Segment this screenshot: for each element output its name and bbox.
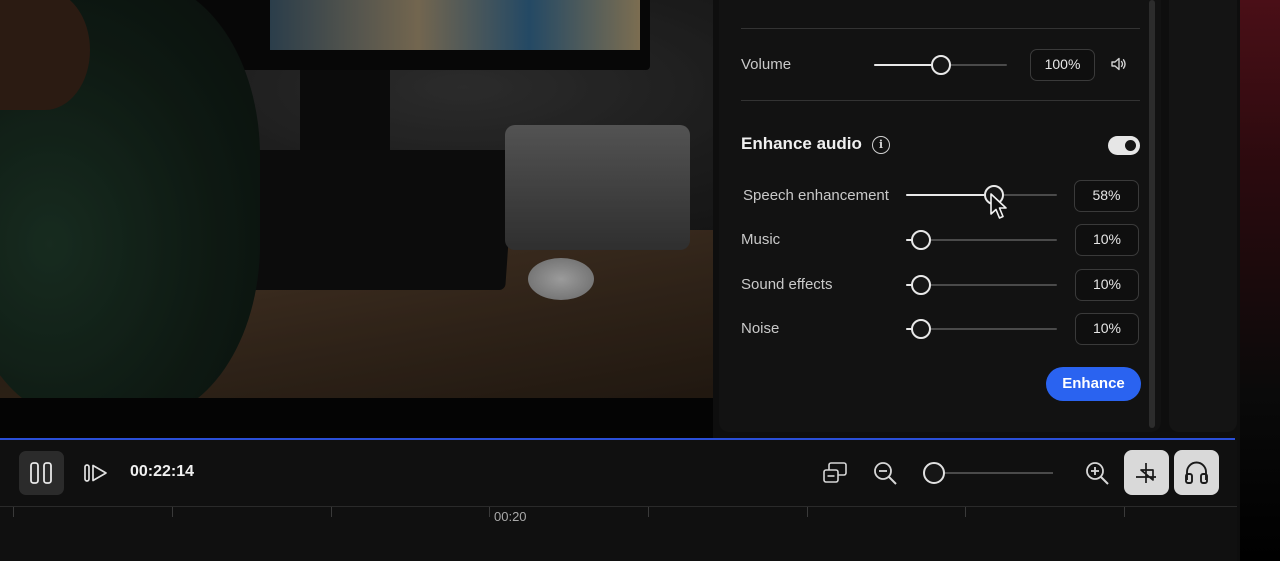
ruler-tick bbox=[807, 507, 808, 517]
toggle-dot bbox=[1125, 140, 1136, 151]
pause-icon bbox=[30, 462, 52, 484]
noise-slider-knob[interactable] bbox=[911, 319, 932, 339]
volume-value[interactable]: 100% bbox=[1030, 49, 1095, 81]
noise-value[interactable]: 10% bbox=[1075, 313, 1139, 345]
sound-effects-slider-knob[interactable] bbox=[911, 275, 932, 295]
speech-slider-fill bbox=[906, 194, 994, 196]
ruler-tick bbox=[331, 507, 332, 517]
speech-value[interactable]: 58% bbox=[1074, 180, 1139, 212]
audio-mode-button[interactable] bbox=[1174, 450, 1219, 495]
zoom-in-icon[interactable] bbox=[1083, 459, 1111, 487]
play-next-icon[interactable] bbox=[83, 461, 111, 485]
zoom-slider-knob[interactable] bbox=[923, 462, 945, 484]
ruler-tick bbox=[172, 507, 173, 517]
slider-label-speech: Speech enhancement bbox=[743, 187, 889, 204]
window-edge-decoration bbox=[1240, 0, 1280, 561]
music-slider-knob[interactable] bbox=[911, 230, 932, 250]
video-letterbox bbox=[0, 398, 713, 438]
sound-effects-value[interactable]: 10% bbox=[1075, 269, 1139, 301]
enhance-audio-title: Enhance audio bbox=[741, 134, 862, 153]
video-dim-overlay bbox=[0, 0, 713, 398]
captions-icon[interactable] bbox=[821, 459, 849, 487]
pause-button[interactable] bbox=[19, 451, 64, 495]
slider-label-music: Music bbox=[741, 231, 781, 248]
side-panel bbox=[1169, 0, 1237, 432]
ruler-time-label: 00:20 bbox=[494, 509, 527, 524]
info-icon[interactable]: i bbox=[872, 136, 890, 154]
ruler-tick bbox=[489, 507, 490, 517]
enhance-button[interactable]: Enhance bbox=[1046, 367, 1141, 401]
speaker-icon[interactable] bbox=[1110, 55, 1128, 73]
player-controls-bar bbox=[0, 440, 1237, 561]
scene-edit-icon bbox=[1136, 463, 1156, 483]
headphones-icon bbox=[1185, 461, 1208, 484]
slider-label-sound-effects: Sound effects bbox=[741, 276, 833, 293]
music-value[interactable]: 10% bbox=[1075, 224, 1139, 256]
timeline-ruler[interactable] bbox=[0, 506, 1237, 507]
volume-label: Volume bbox=[741, 56, 792, 73]
slider-label-noise: Noise bbox=[741, 320, 780, 337]
enhance-audio-toggle[interactable] bbox=[1108, 136, 1140, 155]
scene-edit-button[interactable] bbox=[1124, 450, 1169, 495]
ruler-tick bbox=[965, 507, 966, 517]
zoom-out-icon[interactable] bbox=[871, 459, 899, 487]
mouse-cursor-icon bbox=[990, 193, 1007, 219]
divider bbox=[741, 100, 1140, 101]
video-preview[interactable] bbox=[0, 0, 713, 398]
divider bbox=[741, 28, 1140, 29]
ruler-tick bbox=[13, 507, 14, 517]
zoom-slider[interactable] bbox=[934, 472, 1053, 474]
panel-scrollbar[interactable] bbox=[1149, 0, 1155, 428]
ruler-tick bbox=[648, 507, 649, 517]
ruler-tick bbox=[1124, 507, 1125, 517]
volume-slider-knob[interactable] bbox=[930, 55, 951, 75]
speech-slider[interactable] bbox=[906, 194, 1057, 196]
current-time: 00:22:14 bbox=[130, 463, 195, 480]
